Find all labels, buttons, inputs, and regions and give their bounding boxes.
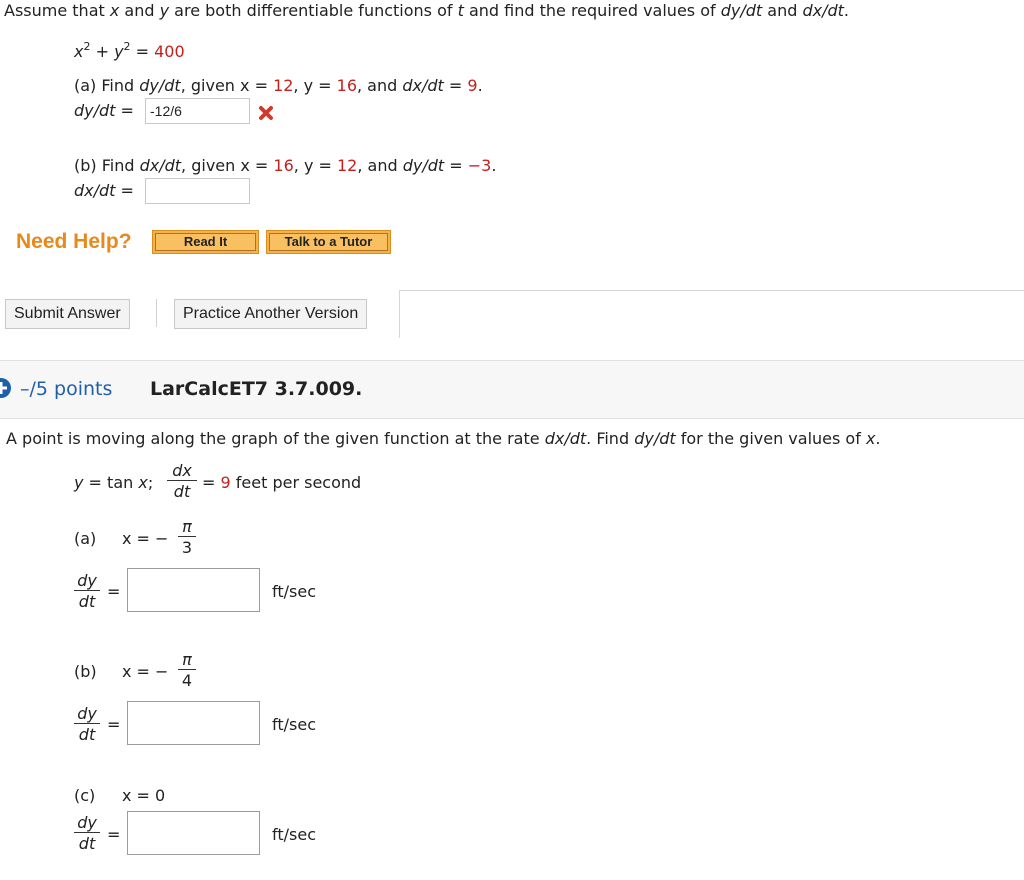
q2-part-b-unit: ft/sec xyxy=(272,715,316,734)
q2-part-b-x-fraction: π4 xyxy=(178,651,196,690)
q1-part-b-answer-label: dx/dt = xyxy=(74,181,134,200)
read-it-button[interactable]: Read It xyxy=(152,230,259,254)
dx-dt-fraction: dx dt xyxy=(167,462,197,501)
panel-border-left xyxy=(399,290,400,338)
q2-part-b-equals: = xyxy=(107,715,121,734)
q2-part-a-label: (a) xyxy=(74,529,97,548)
q1-instructions: Assume that x and y are both differentia… xyxy=(4,1,849,20)
q1-part-a-question: (a) Find dy/dt, given x = 12, y = 16, an… xyxy=(74,76,483,95)
q2-part-b-dy-dt: dy dt xyxy=(74,705,100,744)
submit-answer-button[interactable]: Submit Answer xyxy=(5,299,130,329)
q2-part-c-label: (c) xyxy=(74,786,96,805)
q2-part-c-equals: = xyxy=(107,825,121,844)
q2-part-a-x: x = − xyxy=(122,529,169,548)
panel-border-top xyxy=(399,290,1024,291)
q2-part-b-label: (b) xyxy=(74,662,97,681)
q2-part-c-answer-input[interactable] xyxy=(127,811,260,855)
q1-part-a-answer-label: dy/dt = xyxy=(74,101,134,120)
q2-part-c-unit: ft/sec xyxy=(272,825,316,844)
q1-part-a-answer-input[interactable]: -12/6 xyxy=(145,98,250,124)
practice-another-version-button[interactable]: Practice Another Version xyxy=(174,299,368,329)
need-help-label: Need Help? xyxy=(16,230,132,253)
q2-part-a-equals: = xyxy=(107,582,121,601)
q1-part-b-answer-input[interactable] xyxy=(145,178,250,204)
talk-to-tutor-button[interactable]: Talk to a Tutor xyxy=(266,230,391,254)
q1-equation: x2 + y2 = 400 xyxy=(74,40,185,61)
q2-prompt: A point is moving along the graph of the… xyxy=(6,429,881,448)
q2-function: y = tan x; xyxy=(74,473,154,492)
q2-part-a-unit: ft/sec xyxy=(272,582,316,601)
button-divider xyxy=(156,299,157,327)
q2-part-c-x: x = 0 xyxy=(122,786,166,805)
rate-value: = 9 feet per second xyxy=(202,473,362,492)
question-code: LarCalcET7 3.7.009. xyxy=(150,378,363,400)
q2-part-b-answer-input[interactable] xyxy=(127,701,260,745)
q1-part-b-question: (b) Find dx/dt, given x = 16, y = 12, an… xyxy=(74,156,497,175)
expand-plus-icon[interactable] xyxy=(0,377,12,399)
incorrect-x-icon xyxy=(259,106,273,120)
q2-part-a-answer-input[interactable] xyxy=(127,568,260,612)
q2-part-a-x-fraction: π3 xyxy=(178,518,196,557)
q2-part-a-dy-dt: dy dt xyxy=(74,572,100,611)
q2-part-c-dy-dt: dy dt xyxy=(74,814,100,853)
points-label: –/5 points xyxy=(20,378,113,400)
q2-part-b-x: x = − xyxy=(122,662,169,681)
